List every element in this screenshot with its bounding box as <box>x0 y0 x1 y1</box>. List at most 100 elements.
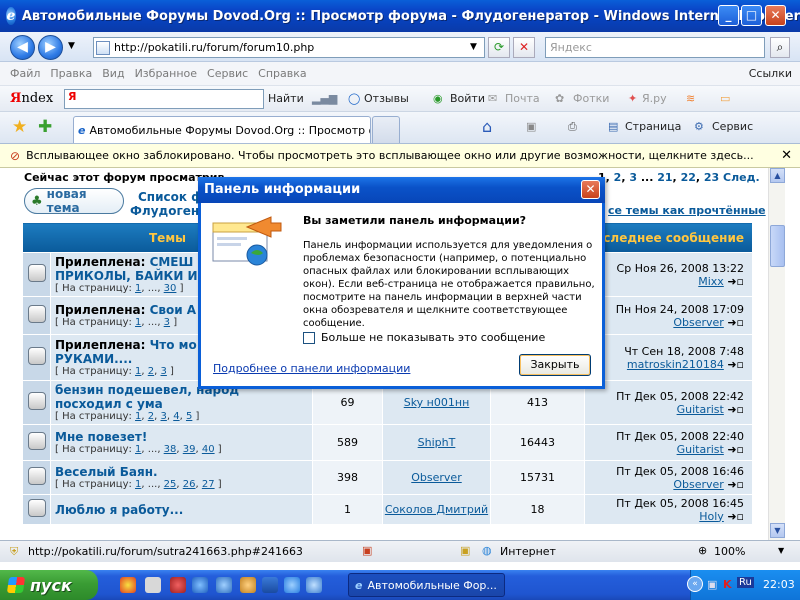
pager-link[interactable]: 3 <box>629 171 637 184</box>
menu-view[interactable]: Вид <box>102 67 124 80</box>
zoom-level[interactable]: 100% <box>714 545 745 558</box>
login-button[interactable]: Войти <box>450 92 485 105</box>
yandex-search-input[interactable]: Я <box>64 89 264 109</box>
topic-page-link[interactable]: 1 <box>135 366 141 377</box>
last-post-user-link[interactable]: Guitarist <box>677 403 724 416</box>
page-menu-button[interactable]: Страница <box>625 120 681 133</box>
topic-title-link[interactable]: Что мо <box>150 338 197 352</box>
forward-button[interactable]: ▶ <box>38 35 63 60</box>
quicklaunch-extra-icon[interactable] <box>306 577 322 593</box>
topic-page-link[interactable]: 1 <box>135 317 141 328</box>
topic-page-link[interactable]: 4 <box>173 411 179 422</box>
mark-all-read-link[interactable]: се темы как прочтённые <box>608 204 766 217</box>
tab-current[interactable]: e Автомобильные Форумы Dovod.Org :: Прос… <box>73 116 371 143</box>
popup-blocked-icon[interactable]: ▣ <box>460 544 470 557</box>
links-label[interactable]: Ссылки <box>749 67 792 80</box>
topic-page-link[interactable]: 2 <box>148 366 154 377</box>
search-input[interactable]: Яндекс <box>545 37 765 58</box>
checkbox-box[interactable] <box>303 331 315 344</box>
refresh-button[interactable]: ⟳ <box>488 37 510 58</box>
topic-page-link[interactable]: 1 <box>135 479 141 490</box>
last-post-user-link[interactable]: Observer <box>673 478 723 491</box>
author-link[interactable]: Observer <box>411 471 461 484</box>
topic-page-link[interactable]: 40 <box>202 444 215 455</box>
menu-tools[interactable]: Сервис <box>207 67 248 80</box>
quicklaunch-media-icon[interactable] <box>192 577 208 593</box>
address-dropdown-icon[interactable]: ▼ <box>470 42 477 52</box>
forum-link[interactable]: Флудоген <box>130 204 203 218</box>
stop-button[interactable]: ✕ <box>513 37 535 58</box>
topic-page-link[interactable]: 39 <box>183 444 196 455</box>
author-link[interactable]: ShiphT <box>418 436 456 449</box>
goto-last-post-icon[interactable]: ➜▫ <box>727 443 744 456</box>
new-tab-button[interactable] <box>372 116 400 143</box>
vertical-scrollbar[interactable]: ▲ ▼ <box>768 168 785 540</box>
goto-last-post-icon[interactable]: ➜▫ <box>727 478 744 491</box>
information-bar[interactable]: ⊘ Всплывающее окно заблокировано. Чтобы … <box>0 144 800 168</box>
history-dropdown-icon[interactable]: ▼ <box>68 41 75 51</box>
dont-show-again-checkbox[interactable]: Больше не показывать это сообщение <box>303 331 545 344</box>
last-post-user-link[interactable]: matroskin210184 <box>627 358 724 371</box>
pager-link[interactable]: 2 <box>614 171 622 184</box>
topic-page-link[interactable]: 3 <box>161 411 167 422</box>
quicklaunch-opera-icon[interactable] <box>170 577 186 593</box>
topic-title-link[interactable]: Мне повезет! <box>55 430 147 444</box>
tools-menu-button[interactable]: Сервис <box>712 120 753 133</box>
reviews-button[interactable]: Отзывы <box>364 92 409 105</box>
feeds-icon[interactable]: ▣ <box>526 120 536 133</box>
last-post-user-link[interactable]: Guitarist <box>677 443 724 456</box>
last-post-user-link[interactable]: Mixx <box>698 275 724 288</box>
goto-last-post-icon[interactable]: ➜▫ <box>727 275 744 288</box>
topic-title-link[interactable]: Свои А <box>150 303 197 317</box>
topic-page-link[interactable]: 2 <box>148 411 154 422</box>
last-post-user-link[interactable]: Holy <box>699 510 724 523</box>
topic-title-link[interactable]: Веселый Баян. <box>55 465 158 479</box>
dialog-close-button[interactable]: ✕ <box>581 180 600 199</box>
topic-page-link[interactable]: 38 <box>164 444 177 455</box>
photos-button[interactable]: Фотки <box>573 92 609 105</box>
quicklaunch-ie-icon[interactable] <box>284 577 300 593</box>
goto-last-post-icon[interactable]: ➜▫ <box>727 510 744 523</box>
close-window-button[interactable]: ✕ <box>765 5 786 26</box>
author-link[interactable]: Соколов Дмитрий <box>385 503 488 516</box>
pager-link[interactable]: 22 <box>681 171 696 184</box>
favorites-star-icon[interactable]: ★ <box>12 117 27 137</box>
infobar-close-icon[interactable]: ✕ <box>781 148 792 163</box>
topic-page-link[interactable]: 27 <box>202 479 215 490</box>
maximize-button[interactable]: □ <box>741 5 762 26</box>
scroll-up-icon[interactable]: ▲ <box>770 168 785 183</box>
last-post-user-link[interactable]: Observer <box>673 316 723 329</box>
print-icon[interactable]: ⎙ <box>568 120 577 134</box>
yaru-button[interactable]: Я.ру <box>642 92 667 105</box>
topic-page-link[interactable]: 1 <box>135 444 141 455</box>
search-icon[interactable]: ⌕ <box>770 37 790 58</box>
taskbar-ie-window[interactable]: e Автомобильные Фор... <box>348 573 505 597</box>
goto-last-post-icon[interactable]: ➜▫ <box>727 316 744 329</box>
tray-k-icon[interactable]: K <box>723 578 732 591</box>
quicklaunch-folder-icon[interactable] <box>240 577 256 593</box>
topic-title-link[interactable]: СМЕШ <box>150 255 194 269</box>
topic-page-link[interactable]: 5 <box>186 411 192 422</box>
minimize-button[interactable]: _ <box>718 5 739 26</box>
goto-last-post-icon[interactable]: ➜▫ <box>727 403 744 416</box>
zoom-dropdown-icon[interactable]: ▼ <box>778 546 784 555</box>
quicklaunch-app-icon[interactable] <box>145 577 161 593</box>
topic-page-link[interactable]: 1 <box>135 411 141 422</box>
pager-link[interactable]: 23 <box>704 171 719 184</box>
address-bar[interactable]: http://pokatili.ru/forum/forum10.php <box>93 37 485 58</box>
pager-link[interactable]: 21 <box>657 171 672 184</box>
forum-list-link[interactable]: Список ф <box>138 190 203 204</box>
topic-page-link[interactable]: 3 <box>164 317 170 328</box>
language-indicator[interactable]: Ru <box>737 577 754 588</box>
topic-title-continued[interactable]: посходил с ума <box>55 397 308 411</box>
quicklaunch-messenger-icon[interactable] <box>216 577 232 593</box>
learn-more-link[interactable]: Подробнее о панели информации <box>213 362 410 375</box>
pager-next[interactable]: След. <box>723 171 760 184</box>
mail-button[interactable]: Почта <box>505 92 540 105</box>
topic-page-link[interactable]: 25 <box>164 479 177 490</box>
scroll-thumb[interactable] <box>770 225 785 267</box>
tray-network-icon[interactable]: ▣ <box>707 578 717 591</box>
quicklaunch-browser-icon[interactable] <box>120 577 136 593</box>
quicklaunch-desktop-icon[interactable] <box>262 577 278 593</box>
goto-last-post-icon[interactable]: ➜▫ <box>727 358 744 371</box>
